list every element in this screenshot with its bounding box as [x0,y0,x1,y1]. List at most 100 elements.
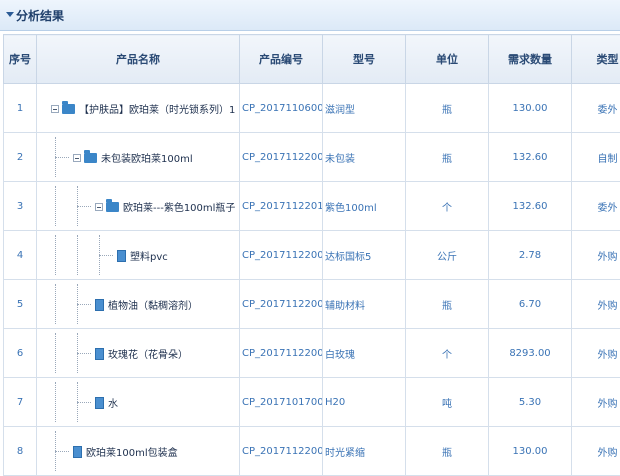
quantity-cell: 130.00 [489,427,572,476]
table-row[interactable]: 3 欧珀莱---紫色100ml瓶子 CP_20171122010紫色100ml个13… [4,182,620,231]
quantity-cell: 6.70 [489,280,572,329]
table-row[interactable]: 1【护肤品】欧珀莱（时光锁系列）1CP_20171106001滋润型瓶130.0… [4,84,620,133]
tree-branch-line [55,451,69,452]
result-table: 序号 产品名称 产品编号 型号 单位 需求数量 类型 1【护肤品】欧珀莱（时光锁… [3,34,620,476]
type-cell: 外购 [572,427,620,476]
tree-branch-line [55,157,69,158]
product-name-cell: 未包装欧珀莱100ml [37,133,240,182]
type-cell: 外购 [572,231,620,280]
product-code-cell: CP_20171106001 [240,84,323,133]
table-row[interactable]: 5 植物油（黏稠溶剂） CP_20171122005辅助材料瓶6.70外购 [4,280,620,329]
collapse-toggle-icon[interactable] [95,203,103,211]
type-cell: 委外 [572,84,620,133]
unit-cell: 瓶 [406,427,489,476]
model-cell: 辅助材料 [323,280,406,329]
unit-cell: 个 [406,182,489,231]
folder-icon [62,104,75,114]
seq-cell: 8 [4,427,37,476]
document-icon [95,397,104,409]
table-row[interactable]: 6 玫瑰花（花骨朵） CP_20171122004白玫瑰个8293.00外购 [4,329,620,378]
model-cell: 紫色100ml [323,182,406,231]
product-name[interactable]: 【护肤品】欧珀莱（时光锁系列）1 [79,101,235,116]
table-row[interactable]: 8 欧珀莱100ml包装盒 CP_20171122007时光紧缩瓶130.00外购 [4,427,620,476]
model-cell: 白玫瑰 [323,329,406,378]
column-header[interactable]: 需求数量 [489,35,572,84]
column-header[interactable]: 产品名称 [37,35,240,84]
column-header[interactable]: 单位 [406,35,489,84]
product-name-cell: 塑料pvc [37,231,240,280]
tree-guide-line [77,235,78,275]
tree-guide-line [55,186,56,226]
model-cell: 达标国标5 [323,231,406,280]
tree-branch-line [77,402,91,403]
tree-branch-line [77,304,91,305]
product-name-cell: 欧珀莱---紫色100ml瓶子 [37,182,240,231]
product-code-cell: CP_20171017007 [240,378,323,427]
model-cell: H20 [323,378,406,427]
product-name[interactable]: 植物油（黏稠溶剂） [108,297,198,312]
product-name-cell: 植物油（黏稠溶剂） [37,280,240,329]
tree-guide-line [55,284,56,324]
column-header[interactable]: 序号 [4,35,37,84]
product-name[interactable]: 玫瑰花（花骨朵） [108,346,188,361]
document-icon [95,299,104,311]
product-name[interactable]: 欧珀莱100ml包装盒 [86,444,178,459]
unit-cell: 吨 [406,378,489,427]
product-code-cell: CP_20171122004 [240,329,323,378]
panel-title: 分析结果 [16,7,64,24]
product-name-cell: 玫瑰花（花骨朵） [37,329,240,378]
product-code-cell: CP_20171122008 [240,133,323,182]
folder-icon [84,153,97,163]
model-cell: 滋润型 [323,84,406,133]
tree-guide-line [55,333,56,373]
seq-cell: 6 [4,329,37,378]
product-name[interactable]: 欧珀莱---紫色100ml瓶子 [123,199,235,214]
quantity-cell: 2.78 [489,231,572,280]
table-row[interactable]: 7水CP_20171017007H20吨5.30外购 [4,378,620,427]
table-row[interactable]: 2未包装欧珀莱100mlCP_20171122008未包装瓶132.60自制 [4,133,620,182]
document-icon [117,250,126,262]
type-cell: 外购 [572,280,620,329]
table-row[interactable]: 4塑料pvcCP_20171122003达标国标5公斤2.78外购 [4,231,620,280]
seq-cell: 5 [4,280,37,329]
panel-header[interactable]: 分析结果 [0,0,620,31]
tree-guide-line [55,235,56,275]
product-name-cell: 水 [37,378,240,427]
tree-branch-line [99,255,113,256]
product-name-cell: 欧珀莱100ml包装盒 [37,427,240,476]
collapse-arrow-icon[interactable] [6,12,14,17]
product-name[interactable]: 未包装欧珀莱100ml [101,150,193,165]
document-icon [73,446,82,458]
quantity-cell: 132.60 [489,182,572,231]
collapse-toggle-icon[interactable] [51,105,59,113]
type-cell: 外购 [572,329,620,378]
unit-cell: 个 [406,329,489,378]
unit-cell: 瓶 [406,280,489,329]
table-header-row: 序号 产品名称 产品编号 型号 单位 需求数量 类型 [4,35,620,84]
unit-cell: 瓶 [406,84,489,133]
column-header[interactable]: 产品编号 [240,35,323,84]
product-code-cell: CP_20171122003 [240,231,323,280]
product-name[interactable]: 塑料pvc [130,248,168,263]
tree-guide-line [55,382,56,422]
unit-cell: 公斤 [406,231,489,280]
model-cell: 时光紧缩 [323,427,406,476]
quantity-cell: 132.60 [489,133,572,182]
collapse-toggle-icon[interactable] [73,154,81,162]
unit-cell: 瓶 [406,133,489,182]
quantity-cell: 5.30 [489,378,572,427]
product-name[interactable]: 水 [108,395,118,410]
model-cell: 未包装 [323,133,406,182]
product-code-cell: CP_20171122005 [240,280,323,329]
product-code-cell: CP_20171122010 [240,182,323,231]
seq-cell: 3 [4,182,37,231]
column-header[interactable]: 型号 [323,35,406,84]
tree-branch-line [77,206,91,207]
product-code-cell: CP_20171122007 [240,427,323,476]
type-cell: 委外 [572,182,620,231]
document-icon [95,348,104,360]
folder-icon [106,202,119,212]
column-header[interactable]: 类型 [572,35,620,84]
quantity-cell: 8293.00 [489,329,572,378]
seq-cell: 2 [4,133,37,182]
